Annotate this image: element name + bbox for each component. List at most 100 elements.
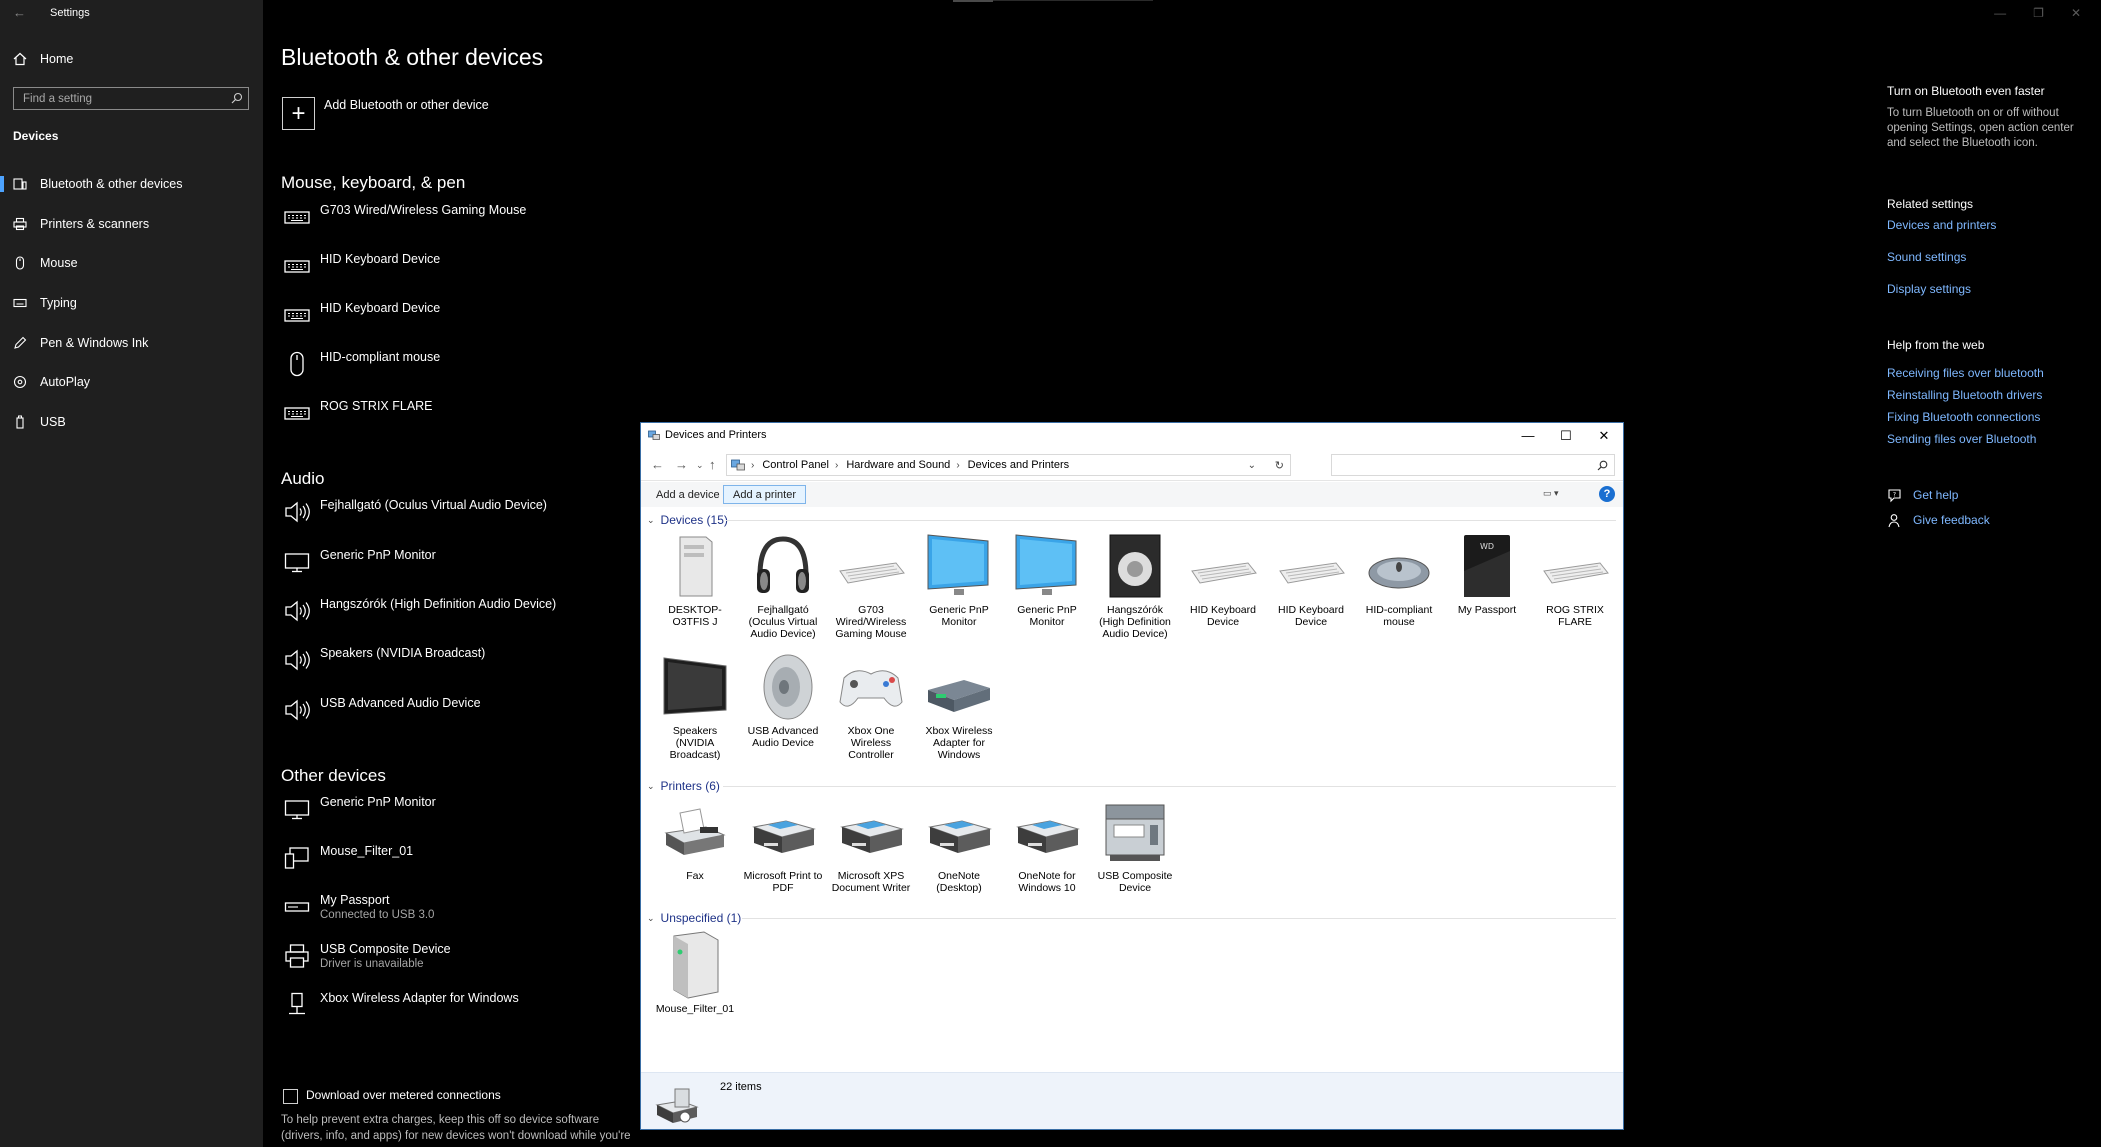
breadcrumb-separator-icon: ›	[956, 459, 960, 471]
link-devices-and-printers[interactable]: Devices and printers	[1887, 218, 1996, 232]
device-item[interactable]: G703 Wired/Wireless Gaming Mouse	[829, 530, 913, 640]
group-header-printers[interactable]: ⌄ Printers (6)	[647, 778, 720, 794]
device-item[interactable]: Fejhallgató (Oculus Virtual Audio Device…	[741, 530, 825, 640]
dp-breadcrumb[interactable]: › Control Panel › Hardware and Sound › D…	[726, 454, 1291, 476]
device-name: G703 Wired/Wireless Gaming Mouse	[320, 203, 527, 217]
keyboard-icon	[283, 203, 311, 231]
maximize-icon[interactable]: ☐	[1547, 423, 1585, 448]
printer-item[interactable]: OneNote (Desktop)	[917, 796, 1001, 894]
nav-home-label: Home	[40, 52, 74, 66]
device-item[interactable]: HID Keyboard Device	[1181, 530, 1265, 628]
device-item[interactable]: Xbox One Wireless Controller	[829, 651, 913, 761]
add-a-device-button[interactable]: Add a device	[647, 485, 729, 504]
device-item[interactable]: Generic PnP Monitor	[917, 530, 1001, 628]
recent-locations-chevron-icon[interactable]: ⌄	[696, 460, 704, 471]
get-help-link[interactable]: ? Get help	[1887, 486, 1958, 504]
device-item[interactable]: Speakers (NVIDIA Broadcast)	[653, 651, 737, 761]
minimize-icon[interactable]: —	[1509, 423, 1547, 448]
settings-search-box[interactable]	[13, 87, 249, 110]
device-item[interactable]: Generic PnP Monitor	[1005, 530, 1089, 628]
gamepad-icon	[835, 651, 907, 723]
change-view-icon[interactable]: ▭ ▾	[1543, 488, 1573, 500]
breadcrumb-control-panel[interactable]: Control Panel	[762, 459, 829, 471]
collapse-chevron-icon: ⌄	[647, 514, 655, 525]
printer-icon	[283, 942, 311, 970]
restore-icon[interactable]: ❐	[2033, 6, 2044, 20]
device-item[interactable]: USB Advanced Audio Device	[741, 651, 825, 749]
search-icon[interactable]	[231, 92, 243, 104]
nav-home[interactable]: Home	[0, 41, 263, 77]
settings-search-input[interactable]	[14, 88, 214, 109]
dp-search-box[interactable]	[1331, 454, 1615, 476]
printer-item[interactable]: Microsoft Print to PDF	[741, 796, 825, 894]
device-label: Generic PnP Monitor	[929, 604, 989, 628]
link-sound-settings[interactable]: Sound settings	[1887, 250, 1966, 264]
device-item[interactable]: HID-compliant mouse	[1357, 530, 1441, 628]
keyboard-icon	[835, 530, 907, 602]
device-item[interactable]: Xbox Wireless Adapter for Windows	[917, 651, 1001, 761]
metered-download-checkbox[interactable]	[283, 1089, 298, 1104]
group-header-unspecified[interactable]: ⌄ Unspecified (1)	[647, 910, 741, 926]
device-item[interactable]: ROG STRIX FLARE	[1533, 530, 1617, 628]
printer-label: OneNote (Desktop)	[936, 870, 982, 894]
devices-printers-window: Devices and Printers — ☐ ✕ ← → ⌄ ↑ › Con…	[640, 422, 1624, 1130]
device-label: HID Keyboard Device	[1278, 604, 1344, 628]
printer-icon	[923, 796, 995, 868]
give-feedback-link[interactable]: Give feedback	[1887, 511, 1990, 529]
device-item[interactable]: Mouse_Filter_01	[653, 929, 737, 1015]
minimize-icon[interactable]: —	[1994, 6, 2006, 20]
nav-item-usb[interactable]: USB	[0, 404, 263, 440]
close-icon[interactable]: ✕	[2071, 6, 2081, 20]
device-name: Mouse_Filter_01	[320, 844, 414, 858]
printer-item[interactable]: Microsoft XPS Document Writer	[829, 796, 913, 894]
tv-icon	[659, 651, 731, 723]
devices-icon	[283, 844, 311, 872]
printer-icon	[835, 796, 907, 868]
add-a-printer-button[interactable]: Add a printer	[723, 485, 806, 504]
breadcrumb-hardware-sound[interactable]: Hardware and Sound	[846, 459, 950, 471]
add-device-label[interactable]: Add Bluetooth or other device	[324, 98, 489, 112]
nav-section-devices: Devices	[13, 129, 59, 143]
nav-item-pen[interactable]: Pen & Windows Ink	[0, 325, 263, 361]
fax-icon	[659, 796, 731, 868]
nav-item-typing[interactable]: Typing	[0, 285, 263, 321]
printer-item[interactable]: USB Composite Device	[1093, 796, 1177, 894]
group-divider	[726, 520, 1616, 521]
group-divider	[723, 786, 1616, 787]
back-icon[interactable]: ←	[651, 457, 664, 472]
nav-item-printers[interactable]: Printers & scanners	[0, 206, 263, 242]
printer-item[interactable]: OneNote for Windows 10	[1005, 796, 1089, 894]
device-item[interactable]: HID Keyboard Device	[1269, 530, 1353, 628]
printer-item[interactable]: Fax	[653, 796, 737, 882]
monitor-icon	[283, 548, 311, 576]
device-item[interactable]: DESKTOP-O3TFIS J	[653, 530, 737, 628]
nav-item-bluetooth[interactable]: Bluetooth & other devices	[0, 166, 263, 202]
group-divider	[742, 918, 1616, 919]
up-icon[interactable]: ↑	[709, 457, 716, 472]
settings-window-title: Settings	[50, 7, 90, 19]
link-receiving-files[interactable]: Receiving files over bluetooth	[1887, 366, 2044, 380]
device-item[interactable]: WD My Passport	[1445, 530, 1529, 616]
title-tab-line	[993, 0, 1153, 1]
link-reinstalling-drivers[interactable]: Reinstalling Bluetooth drivers	[1887, 388, 2042, 402]
link-sending-files[interactable]: Sending files over Bluetooth	[1887, 432, 2036, 446]
add-device-button[interactable]: +	[282, 97, 315, 130]
dp-window-title: Devices and Printers	[665, 429, 767, 441]
close-icon[interactable]: ✕	[1585, 423, 1623, 448]
link-display-settings[interactable]: Display settings	[1887, 282, 1971, 296]
link-fixing-connections[interactable]: Fixing Bluetooth connections	[1887, 410, 2040, 424]
device-label: ROG STRIX FLARE	[1546, 604, 1604, 628]
mouse-icon	[283, 350, 311, 378]
help-icon[interactable]: ?	[1599, 486, 1615, 502]
device-item[interactable]: Hangszórók (High Definition Audio Device…	[1093, 530, 1177, 640]
nav-item-mouse[interactable]: Mouse	[0, 245, 263, 281]
address-dropdown-chevron-icon[interactable]: ⌄	[1248, 460, 1256, 471]
breadcrumb-devices-printers[interactable]: Devices and Printers	[968, 459, 1070, 471]
nav-item-autoplay[interactable]: AutoPlay	[0, 364, 263, 400]
keyboard-icon	[13, 296, 27, 310]
refresh-icon[interactable]: ↻	[1275, 459, 1284, 472]
title-tab-marker	[953, 0, 993, 2]
forward-icon[interactable]: →	[675, 457, 688, 472]
back-arrow-icon[interactable]: ←	[13, 5, 26, 20]
group-header-devices[interactable]: ⌄ Devices (15)	[647, 512, 728, 528]
